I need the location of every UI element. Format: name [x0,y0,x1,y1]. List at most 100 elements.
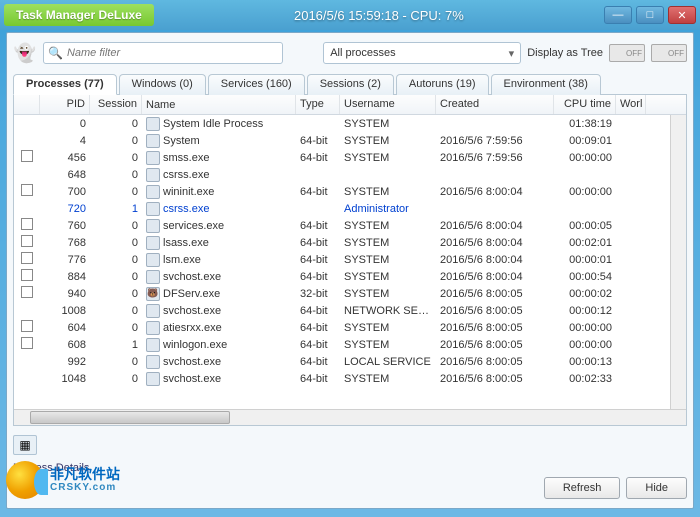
table-row[interactable]: 6040atiesrxx.exe64-bitSYSTEM2016/5/6 8:0… [14,319,670,336]
titlebar-info: 2016/5/6 15:59:18 - CPU: 7% [154,8,604,23]
tab-5[interactable]: Environment (38) [491,74,601,95]
process-icon [146,338,160,352]
client-area: 👻 🔍 All processes Display as Tree OFF OF… [6,32,694,509]
row-checkbox[interactable] [21,218,33,230]
toolbar: 👻 🔍 All processes Display as Tree OFF OF… [13,39,687,67]
search-icon: 🔍 [48,46,63,60]
table-row[interactable]: 00System Idle ProcessSYSTEM01:38:19 [14,115,670,132]
process-filter-select[interactable]: All processes [323,42,521,64]
app-icon: 👻 [13,41,37,65]
app-title: Task Manager DeLuxe [4,4,154,26]
process-name: DFServ.exe [163,288,220,300]
process-icon [146,134,160,148]
table-row[interactable]: 6081winlogon.exe64-bitSYSTEM2016/5/6 8:0… [14,336,670,353]
process-icon [146,270,160,284]
tree-toggle[interactable]: OFF [609,44,645,62]
process-name: System [163,135,200,147]
window-titlebar: Task Manager DeLuxe 2016/5/6 15:59:18 - … [0,0,700,30]
process-filter-value: All processes [330,47,395,59]
process-icon [146,355,160,369]
process-icon [146,117,160,131]
table-row[interactable]: 6480csrss.exe [14,166,670,183]
process-name: csrss.exe [163,203,209,215]
col-username[interactable]: Username [340,95,436,114]
process-icon [146,185,160,199]
process-icon [146,236,160,250]
table-header: PID Session Name Type Username Created C… [14,95,686,115]
table-row[interactable]: 4560smss.exe64-bitSYSTEM2016/5/6 7:59:56… [14,149,670,166]
horizontal-scrollbar[interactable] [14,409,686,425]
table-body[interactable]: 00System Idle ProcessSYSTEM01:38:1940Sys… [14,115,670,409]
refresh-button[interactable]: Refresh [544,477,621,499]
process-icon: 🐻 [146,287,160,301]
table-row[interactable]: 9920svchost.exe64-bitLOCAL SERVICE2016/5… [14,353,670,370]
process-name: atiesrxx.exe [163,322,222,334]
process-name: svchost.exe [163,356,221,368]
table-row[interactable]: 10080svchost.exe64-bitNETWORK SER...2016… [14,302,670,319]
window-controls: — □ ✕ [604,6,696,24]
row-checkbox[interactable] [21,337,33,349]
table-row[interactable]: 8840svchost.exe64-bitSYSTEM2016/5/6 8:00… [14,268,670,285]
row-checkbox[interactable] [21,184,33,196]
tab-4[interactable]: Autoruns (19) [396,74,489,95]
col-type[interactable]: Type [296,95,340,114]
col-checkbox[interactable] [14,95,40,114]
process-name: lsm.exe [163,254,201,266]
process-name: winlogon.exe [163,339,227,351]
minimize-button[interactable]: — [604,6,632,24]
tab-0[interactable]: Processes (77) [13,74,117,95]
row-checkbox[interactable] [21,150,33,162]
table-row[interactable]: 7680lsass.exe64-bitSYSTEM2016/5/6 8:00:0… [14,234,670,251]
col-working[interactable]: Worl [616,95,646,114]
maximize-button[interactable]: □ [636,6,664,24]
col-session[interactable]: Session [90,95,142,114]
watermark: 非凡软件站 CRSKY.com [6,461,120,499]
tab-strip: Processes (77)Windows (0)Services (160)S… [13,73,687,95]
col-cputime[interactable]: CPU time [554,95,616,114]
process-icon [146,253,160,267]
process-name: services.exe [163,220,224,232]
filter-input-wrap[interactable]: 🔍 [43,42,283,64]
row-checkbox[interactable] [21,235,33,247]
bottom-toolbar: ▦ [13,432,687,458]
watermark-text: 非凡软件站 CRSKY.com [50,467,120,493]
tab-2[interactable]: Services (160) [208,74,305,95]
col-created[interactable]: Created [436,95,554,114]
table-row[interactable]: 40System64-bitSYSTEM2016/5/6 7:59:5600:0… [14,132,670,149]
row-checkbox[interactable] [21,252,33,264]
process-name: wininit.exe [163,186,214,198]
process-name: svchost.exe [163,305,221,317]
hscroll-thumb[interactable] [30,411,230,424]
watermark-logo [6,461,44,499]
name-filter-input[interactable] [67,47,278,59]
process-icon [146,151,160,165]
table-row[interactable]: 7600services.exe64-bitSYSTEM2016/5/6 8:0… [14,217,670,234]
process-icon [146,304,160,318]
process-name: smss.exe [163,152,209,164]
process-name: svchost.exe [163,271,221,283]
col-pid[interactable]: PID [40,95,90,114]
process-icon [146,372,160,386]
process-icon [146,219,160,233]
close-button[interactable]: ✕ [668,6,696,24]
table-row[interactable]: 7201csrss.exeAdministrator [14,200,670,217]
table-row[interactable]: 9400🐻DFServ.exe32-bitSYSTEM2016/5/6 8:00… [14,285,670,302]
process-name: System Idle Process [163,118,263,130]
vertical-scrollbar[interactable] [670,115,686,409]
secondary-toggle[interactable]: OFF [651,44,687,62]
col-name[interactable]: Name [142,95,296,114]
hide-button[interactable]: Hide [626,477,687,499]
process-name: csrss.exe [163,169,209,181]
table-row[interactable]: 7760lsm.exe64-bitSYSTEM2016/5/6 8:00:040… [14,251,670,268]
tab-3[interactable]: Sessions (2) [307,74,394,95]
process-icon [146,168,160,182]
row-checkbox[interactable] [21,269,33,281]
details-view-button[interactable]: ▦ [13,435,37,455]
row-checkbox[interactable] [21,320,33,332]
process-name: svchost.exe [163,373,221,385]
display-as-tree-label: Display as Tree [527,47,603,59]
table-row[interactable]: 7000wininit.exe64-bitSYSTEM2016/5/6 8:00… [14,183,670,200]
row-checkbox[interactable] [21,286,33,298]
table-row[interactable]: 10480svchost.exe64-bitSYSTEM2016/5/6 8:0… [14,370,670,387]
tab-1[interactable]: Windows (0) [119,74,206,95]
